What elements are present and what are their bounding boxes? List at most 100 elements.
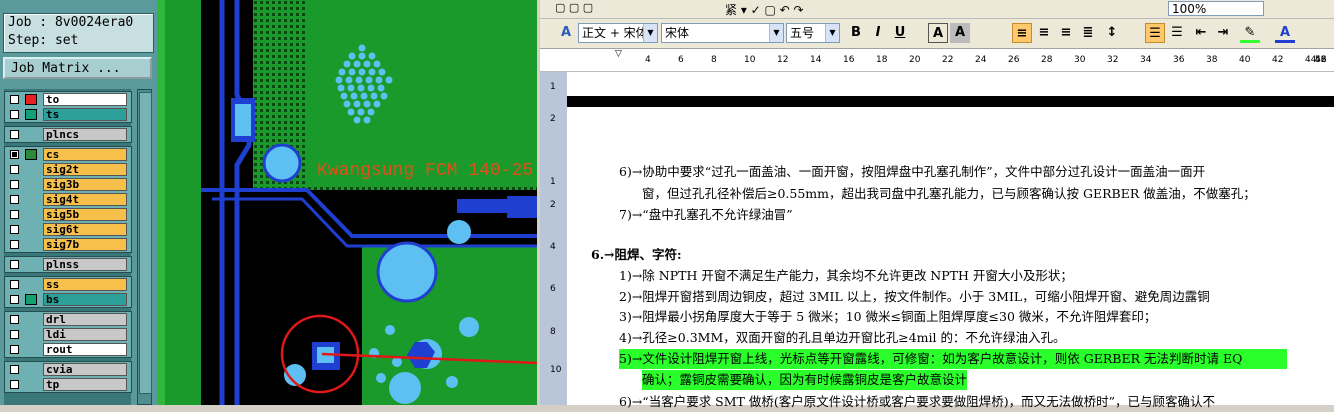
align-center-button[interactable]: ≡: [1034, 23, 1054, 43]
document-page[interactable]: 6)→协助中要求“过孔一面盖油、一面开窗，按阻焊盘中孔塞孔制作”，文件中部分过孔…: [567, 72, 1334, 409]
layer-name[interactable]: cvia: [43, 363, 127, 376]
line-spacing-button[interactable]: ↕: [1102, 23, 1122, 43]
layer-checkbox[interactable]: [10, 110, 19, 119]
layer-checkbox[interactable]: [10, 95, 19, 104]
align-right-button[interactable]: ≡: [1056, 23, 1076, 43]
layer-checkbox[interactable]: [10, 315, 19, 324]
layer-name[interactable]: sig5b: [43, 208, 127, 221]
indent-marker-icon[interactable]: ▽: [615, 49, 622, 59]
layer-name[interactable]: ss: [43, 278, 127, 291]
layer-name[interactable]: ldi: [43, 328, 127, 341]
layer-name[interactable]: bs: [43, 293, 127, 306]
layer-name[interactable]: cs: [43, 148, 127, 161]
layer-name[interactable]: sig4t: [43, 193, 127, 206]
layer-checkbox[interactable]: [10, 240, 19, 249]
layer-row-sig6t[interactable]: sig6t: [5, 222, 131, 237]
item-5-line1-highlighted: 5)→文件设计阻焊开窗上线，光标点等开窗露线，可修窗：如为客户故意设计，则依 G…: [619, 349, 1287, 369]
layer-name[interactable]: tp: [43, 378, 127, 391]
layer-checkbox[interactable]: [10, 195, 19, 204]
underline-button[interactable]: U: [890, 23, 910, 43]
layer-row-sig3b[interactable]: sig3b: [5, 177, 131, 192]
chevron-down-icon[interactable]: ▼: [825, 24, 839, 42]
bullets-button[interactable]: ☰: [1167, 23, 1187, 43]
layer-checkbox[interactable]: [10, 295, 19, 304]
layer-checkbox[interactable]: [10, 365, 19, 374]
highlight-button[interactable]: ✎: [1240, 23, 1260, 43]
layer-checkbox[interactable]: [10, 330, 19, 339]
layer-name[interactable]: plnss: [43, 258, 127, 271]
scrollbar-thumb[interactable]: [139, 92, 152, 394]
layer-checkbox[interactable]: [10, 260, 19, 269]
ruler-number: 52: [1315, 55, 1327, 65]
layer-row-cs[interactable]: cs: [5, 147, 131, 162]
font-combo[interactable]: 宋体 ▼: [661, 23, 784, 43]
pcb-canvas[interactable]: Kwangsung FCM 140-25: [157, 0, 537, 405]
font-color-button[interactable]: A: [1275, 23, 1295, 43]
layer-checkbox[interactable]: [10, 130, 19, 139]
chevron-down-icon[interactable]: ▼: [643, 24, 657, 42]
layer-row-sig4t[interactable]: sig4t: [5, 192, 131, 207]
styles-pane-icon[interactable]: A: [556, 23, 576, 43]
layer-row-sig2t[interactable]: sig2t: [5, 162, 131, 177]
toolbar-icons[interactable]: 紧 ▾ ✓ ▢ ↶ ↷: [725, 1, 804, 18]
layer-row-sig7b[interactable]: sig7b: [5, 237, 131, 252]
via-dot: [367, 108, 375, 116]
layer-name[interactable]: sig6t: [43, 223, 127, 236]
layer-row-bs[interactable]: bs: [5, 292, 131, 307]
layer-row-ts[interactable]: ts: [5, 107, 131, 122]
layer-checkbox[interactable]: [10, 345, 19, 354]
vruler-number: 10: [550, 365, 562, 375]
layer-name[interactable]: sig2t: [43, 163, 127, 176]
layer-checkbox[interactable]: [10, 150, 19, 159]
ruler-number: 4: [645, 55, 651, 65]
layer-checkbox[interactable]: [10, 225, 19, 234]
layer-row-to[interactable]: to: [5, 92, 131, 107]
layer-row-sig5b[interactable]: sig5b: [5, 207, 131, 222]
pcb-graphic: Kwangsung FCM 140-25: [157, 0, 537, 405]
bold-button[interactable]: B: [846, 23, 866, 43]
layer-name[interactable]: to: [43, 93, 127, 106]
style-combo[interactable]: 正文 + 宋体 ▼: [578, 23, 658, 43]
layer-name[interactable]: ts: [43, 108, 127, 121]
layer-name[interactable]: plncs: [43, 128, 127, 141]
justify-button[interactable]: ≣: [1078, 23, 1098, 43]
layer-row-cvia[interactable]: cvia: [5, 362, 131, 377]
layer-row-drl[interactable]: drl: [5, 312, 131, 327]
layer-checkbox[interactable]: [10, 210, 19, 219]
layer-name[interactable]: sig7b: [43, 238, 127, 251]
job-matrix-button[interactable]: Job Matrix ...: [3, 57, 152, 79]
char-border-button[interactable]: A: [928, 23, 948, 43]
vruler-number: 2: [550, 114, 556, 124]
layer-checkbox[interactable]: [10, 380, 19, 389]
layer-row-ss[interactable]: ss: [5, 277, 131, 292]
layer-row-plnss[interactable]: plnss: [5, 257, 131, 272]
numbering-button[interactable]: ☰: [1145, 23, 1165, 43]
align-left-button[interactable]: ≡: [1012, 23, 1032, 43]
layer-row-plncs[interactable]: plncs: [5, 127, 131, 142]
zoom-combo[interactable]: 100%: [1168, 1, 1264, 16]
layer-checkbox[interactable]: [10, 180, 19, 189]
via-dot: [353, 116, 361, 124]
layer-scrollbar[interactable]: [137, 89, 152, 405]
layer-row-tp[interactable]: tp: [5, 377, 131, 392]
font-size-combo[interactable]: 五号 ▼: [786, 23, 840, 43]
menu-fragment-icon[interactable]: ▢ ▢ ▢: [555, 1, 593, 14]
char-shading-button[interactable]: A: [950, 23, 970, 43]
layer-name[interactable]: sig3b: [43, 178, 127, 191]
vertical-ruler[interactable]: 1 2 1 2 4 6 8 10: [540, 72, 568, 405]
chevron-down-icon[interactable]: ▼: [769, 24, 783, 42]
layer-checkbox[interactable]: [10, 280, 19, 289]
item-5-line2-highlighted: 确认；露铜皮需要确认，因为有时候露铜皮是客户故意设计: [642, 370, 968, 390]
layer-name[interactable]: rout: [43, 343, 127, 356]
via-dot: [347, 108, 355, 116]
para-6-line2: 窗，但过孔孔径补偿后≥0.55mm，超出我司盘中孔塞孔能力，已与顾客确认按 GE…: [642, 186, 1256, 201]
layer-row-ldi[interactable]: ldi: [5, 327, 131, 342]
layer-checkbox[interactable]: [10, 165, 19, 174]
layer-row-rout[interactable]: rout: [5, 342, 131, 357]
decrease-indent-button[interactable]: ⇤: [1191, 23, 1211, 43]
increase-indent-button[interactable]: ⇥: [1213, 23, 1233, 43]
layer-name[interactable]: drl: [43, 313, 127, 326]
italic-button[interactable]: I: [868, 23, 888, 43]
horizontal-ruler[interactable]: 4 6 8 10 12 14 16 18 20 22 24 26 28 30 32 34 36 38 40 42 44 4…: [540, 49, 1334, 72]
via-dot: [373, 60, 381, 68]
